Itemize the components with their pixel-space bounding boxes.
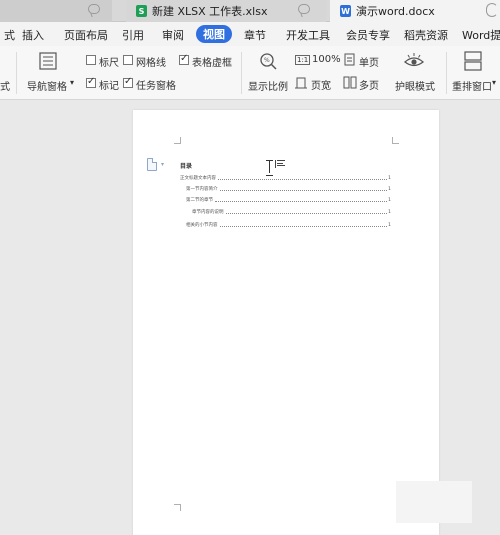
overlay-box — [396, 481, 472, 523]
toc-entry[interactable]: 章节内容的说明 1 — [192, 207, 391, 215]
menu-page-layout[interactable]: 页面布局 — [64, 27, 108, 43]
marks-checkbox[interactable] — [86, 76, 96, 88]
toc-entry[interactable]: 正文标题文本内容 1 — [180, 173, 391, 181]
chevron-down-icon[interactable]: ▾ — [492, 78, 496, 87]
margin-corner-mark — [174, 504, 181, 511]
svg-text:%: % — [264, 57, 270, 64]
tab-docx-label: 演示word.docx — [356, 5, 435, 18]
menu-partial[interactable]: 式 — [4, 27, 15, 43]
menu-references[interactable]: 引用 — [122, 27, 144, 43]
zoom-ratio-button[interactable]: 显示比例 — [248, 78, 288, 93]
tab-xlsx[interactable]: S 新建 XLSX 工作表.xlsx — [126, 0, 326, 22]
task-pane-checkbox[interactable] — [123, 76, 133, 88]
single-page-button[interactable]: 单页 — [359, 54, 379, 69]
chevron-down-icon[interactable]: ▾ — [70, 78, 74, 87]
document-icon: W — [340, 5, 351, 17]
nav-pane-button[interactable]: 导航窗格 — [27, 78, 67, 93]
toc-entry[interactable]: 第二节的章节 1 — [186, 195, 391, 203]
chevron-down-icon[interactable]: ▾ — [161, 161, 164, 168]
tab-bar: S 新建 XLSX 工作表.xlsx W 演示word.docx — [0, 0, 500, 22]
paragraph-align-icon[interactable] — [275, 160, 285, 168]
ribbon-partial[interactable]: 式 — [0, 78, 10, 93]
multi-page-icon — [343, 76, 357, 89]
toc-entry[interactable]: 相关的小节内容 1 — [186, 220, 391, 228]
tab-xlsx-label: 新建 XLSX 工作表.xlsx — [152, 5, 268, 18]
table-gridlines-checkbox[interactable] — [179, 53, 189, 65]
page-width-button[interactable]: 页宽 — [311, 77, 331, 92]
tab-previous[interactable] — [0, 0, 112, 22]
menu-word-tools[interactable]: Word提 — [462, 27, 500, 43]
nav-pane-icon — [39, 52, 57, 70]
zoom-100-button[interactable]: 100% — [312, 54, 341, 65]
spreadsheet-icon: S — [136, 5, 147, 17]
ribbon-divider — [241, 52, 242, 94]
ruler-checkbox[interactable] — [86, 55, 96, 65]
margin-corner-mark — [392, 137, 399, 144]
chat-icon — [88, 4, 100, 14]
menu-chapter[interactable]: 章节 — [244, 27, 266, 43]
ruler-label: 标尺 — [99, 58, 119, 69]
menu-view[interactable]: 视图 — [196, 25, 232, 43]
ribbon-view: 式 导航窗格 ▾ 标尺 网格线 表格虚框 标记 任务窗格 % 显示比例 1:1 … — [0, 46, 500, 100]
toc-entry[interactable]: 第一节内容简介 1 — [186, 184, 391, 192]
refresh-icon[interactable] — [486, 3, 498, 17]
document-page[interactable]: ▾ 目录 正文标题文本内容 1 第一节内容简介 1 第二节的章节 1 章节内容的说明 1… — [133, 110, 439, 535]
gridlines-label: 网格线 — [136, 58, 166, 69]
zoom-icon: % — [260, 53, 277, 70]
menu-review[interactable]: 审阅 — [162, 27, 184, 43]
toc-document-icon[interactable] — [147, 158, 157, 171]
menu-insert[interactable]: 插入 — [22, 27, 44, 43]
tab-docx[interactable]: W 演示word.docx — [330, 0, 500, 22]
multi-page-button[interactable]: 多页 — [359, 77, 379, 92]
menu-developer[interactable]: 开发工具 — [286, 27, 330, 43]
ribbon-divider — [16, 52, 17, 94]
margin-corner-mark — [174, 137, 181, 144]
chat-icon — [298, 4, 310, 14]
ribbon-divider — [446, 52, 447, 94]
single-page-icon — [344, 53, 355, 66]
menu-member[interactable]: 会员专享 — [346, 27, 390, 43]
marks-label: 标记 — [99, 81, 119, 92]
eye-mode-button[interactable]: 护眼模式 — [395, 78, 435, 93]
eye-icon — [403, 53, 425, 67]
menu-bar: 式 插入 页面布局 引用 审阅 视图 章节 开发工具 会员专享 稻壳资源 Wor… — [0, 22, 500, 46]
arrange-windows-button[interactable]: 重排窗口 — [452, 78, 492, 93]
table-gridlines-label: 表格虚框 — [192, 58, 232, 69]
page-width-icon — [295, 77, 307, 89]
gridlines-checkbox[interactable] — [123, 55, 133, 65]
arrange-windows-icon — [464, 51, 482, 71]
text-cursor-icon — [266, 160, 273, 176]
zoom-100-icon: 1:1 — [295, 55, 311, 65]
menu-docer[interactable]: 稻壳资源 — [404, 27, 448, 43]
task-pane-label: 任务窗格 — [136, 81, 176, 92]
toc-title: 目录 — [180, 163, 193, 170]
